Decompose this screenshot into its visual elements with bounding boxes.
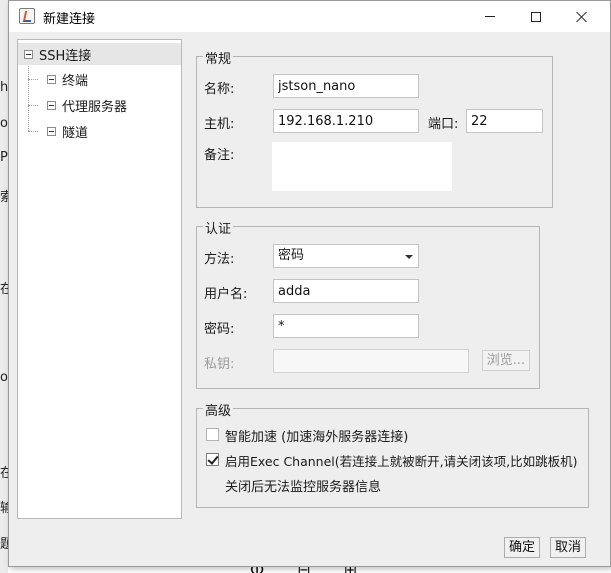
tree-item-terminal[interactable]: 终端 (47, 68, 88, 90)
exec-channel-label: 启用Exec Channel(若连接上就被断开,请关闭该项,比如跳板机) (225, 454, 578, 469)
note-label: 备注: (204, 148, 235, 163)
host-field[interactable] (273, 109, 419, 133)
password-field[interactable] (273, 314, 419, 338)
tree-item-label: 隧道 (62, 125, 89, 141)
collapse-icon[interactable] (24, 49, 33, 59)
group-title: 认证 (203, 218, 234, 237)
minimize-icon (485, 16, 495, 17)
collapse-icon[interactable] (47, 126, 56, 136)
browse-button[interactable]: 浏览... (482, 350, 530, 371)
chevron-down-icon (405, 255, 413, 259)
host-label: 主机: (204, 117, 235, 132)
exec-channel-checkbox[interactable] (206, 453, 219, 466)
settings-tree: SSH连接 终端 代理服务器 隧道 (17, 39, 182, 519)
private-key-label: 私钥: (204, 357, 235, 372)
auth-method-select[interactable]: 密码 (273, 244, 419, 268)
name-label: 名称: (204, 82, 235, 97)
tree-connector (28, 105, 38, 106)
tree-item-label: 终端 (62, 73, 89, 89)
background-text: h (0, 80, 9, 95)
close-button[interactable] (559, 1, 605, 32)
java-app-icon (19, 8, 35, 24)
port-label: 端口: (428, 117, 459, 132)
note-textarea[interactable] (271, 141, 453, 192)
collapse-icon[interactable] (47, 100, 56, 110)
tree-connector (28, 79, 38, 80)
username-label: 用户名: (204, 287, 248, 302)
auth-method-value: 密码 (278, 248, 305, 263)
background-text: o (0, 116, 8, 131)
tree-item-label: SSH连接 (39, 48, 92, 64)
tree-item-label: 代理服务器 (62, 99, 128, 115)
tree-connector (28, 131, 38, 132)
maximize-button[interactable] (513, 1, 559, 32)
minimize-button[interactable] (467, 1, 513, 32)
tree-item-proxy[interactable]: 代理服务器 (47, 94, 127, 116)
close-icon (576, 11, 588, 23)
group-title: 常规 (203, 48, 234, 67)
tree-item-tunnel[interactable]: 隧道 (47, 120, 88, 142)
collapse-icon[interactable] (47, 74, 56, 84)
tree-connector (28, 66, 29, 131)
password-label: 密码: (204, 322, 235, 337)
port-field[interactable] (466, 109, 543, 133)
smart-accel-checkbox[interactable] (206, 428, 219, 441)
title-bar[interactable]: 新建连接 (9, 1, 610, 32)
cancel-button[interactable]: 取消 (550, 537, 586, 558)
new-connection-dialog: 新建连接 SSH连接 终端 代理服务器 隧道 常规 名称: jstson_nan… (8, 0, 611, 567)
tree-item-ssh[interactable]: SSH连接 (18, 43, 181, 65)
name-field[interactable] (273, 74, 419, 98)
method-label: 方法: (204, 252, 235, 267)
group-title: 高级 (203, 400, 234, 419)
exec-channel-note: 关闭后无法监控服务器信息 (225, 480, 382, 495)
maximize-icon (531, 11, 541, 22)
smart-accel-label: 智能加速 (加速海外服务器连接) (225, 430, 409, 445)
ok-button[interactable]: 确定 (504, 537, 540, 558)
dialog-title: 新建连接 (43, 12, 96, 27)
background-text: P (0, 150, 8, 165)
username-field[interactable] (273, 279, 419, 303)
private-key-field[interactable] (273, 349, 469, 373)
